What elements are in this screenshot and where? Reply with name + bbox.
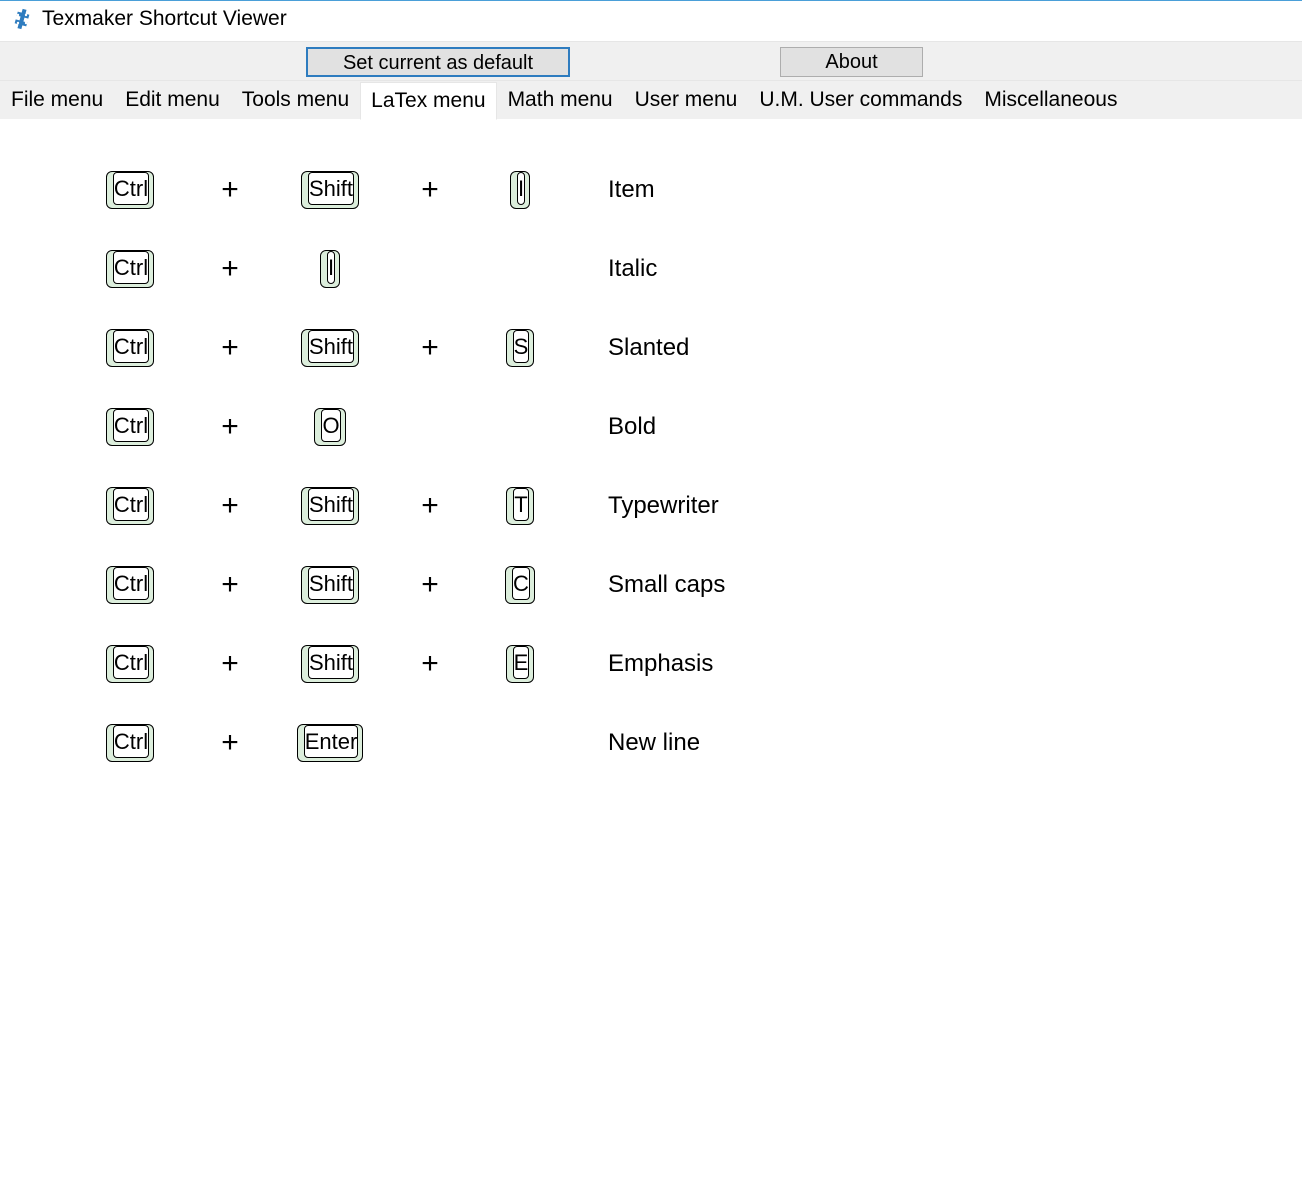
key-shift: Shift [301,171,359,209]
plus-icon: + [221,726,239,759]
tab-bar: File menuEdit menuTools menuLaTex menuMa… [0,81,1302,120]
about-button[interactable]: About [780,47,923,77]
shortcut-row: Ctrl + Shift + T Typewriter [60,466,1242,545]
key-shift: Shift [301,566,359,604]
key-ctrl: Ctrl [106,487,154,525]
key-s: S [506,329,535,367]
key-ctrl: Ctrl [106,408,154,446]
tab-math-menu[interactable]: Math menu [497,81,624,119]
key-c: C [505,566,535,604]
shortcut-description: Item [608,176,655,203]
plus-icon: + [421,647,439,680]
titlebar: Texmaker Shortcut Viewer [0,1,1302,41]
key-ctrl: Ctrl [106,171,154,209]
key-t: T [506,487,533,525]
key-i: I [510,171,530,209]
shortcut-row: Ctrl + Enter New line [60,703,1242,782]
shortcut-description: Italic [608,255,657,282]
plus-icon: + [421,489,439,522]
shortcut-row: Ctrl + Shift + I Item [60,150,1242,229]
plus-icon: + [421,173,439,206]
tab-edit-menu[interactable]: Edit menu [114,81,231,119]
plus-icon: + [421,568,439,601]
key-ctrl: Ctrl [106,329,154,367]
shortcut-description: Small caps [608,571,725,598]
plus-icon: + [221,568,239,601]
shortcut-row: Ctrl + Shift + C Small caps [60,545,1242,624]
key-enter: Enter [297,724,364,762]
key-o: O [314,408,345,446]
shortcut-row: Ctrl + O Bold [60,387,1242,466]
shortcut-description: New line [608,729,700,756]
shortcut-row: Ctrl + Shift + E Emphasis [60,624,1242,703]
key-e: E [506,645,535,683]
key-ctrl: Ctrl [106,566,154,604]
key-ctrl: Ctrl [106,645,154,683]
tab-user-menu[interactable]: User menu [624,81,749,119]
plus-icon: + [221,331,239,364]
window-title: Texmaker Shortcut Viewer [42,7,287,31]
shortcut-description: Typewriter [608,492,719,519]
shortcuts-panel: Ctrl + Shift + I Item Ctrl + I Italic Ctrl + Shift + S… [0,120,1302,812]
tab-miscellaneous[interactable]: Miscellaneous [973,81,1128,119]
plus-icon: + [221,647,239,680]
tab-file-menu[interactable]: File menu [0,81,114,119]
shortcut-description: Bold [608,413,656,440]
shortcut-description: Emphasis [608,650,713,677]
shortcut-row: Ctrl + Shift + S Slanted [60,308,1242,387]
key-ctrl: Ctrl [106,724,154,762]
plus-icon: + [221,410,239,443]
key-shift: Shift [301,487,359,525]
shortcut-description: Slanted [608,334,689,361]
plus-icon: + [221,252,239,285]
tab-tools-menu[interactable]: Tools menu [231,81,360,119]
key-shift: Shift [301,645,359,683]
plus-icon: + [221,489,239,522]
plus-icon: + [421,331,439,364]
tab-u-m-user-commands[interactable]: U.M. User commands [748,81,973,119]
shortcut-row: Ctrl + I Italic [60,229,1242,308]
key-shift: Shift [301,329,359,367]
key-ctrl: Ctrl [106,250,154,288]
tab-latex-menu[interactable]: LaTex menu [360,82,496,120]
set-default-button[interactable]: Set current as default [306,47,570,77]
plus-icon: + [221,173,239,206]
toolbar: Set current as default About [0,41,1302,81]
key-i: I [320,250,340,288]
app-icon [10,7,34,31]
